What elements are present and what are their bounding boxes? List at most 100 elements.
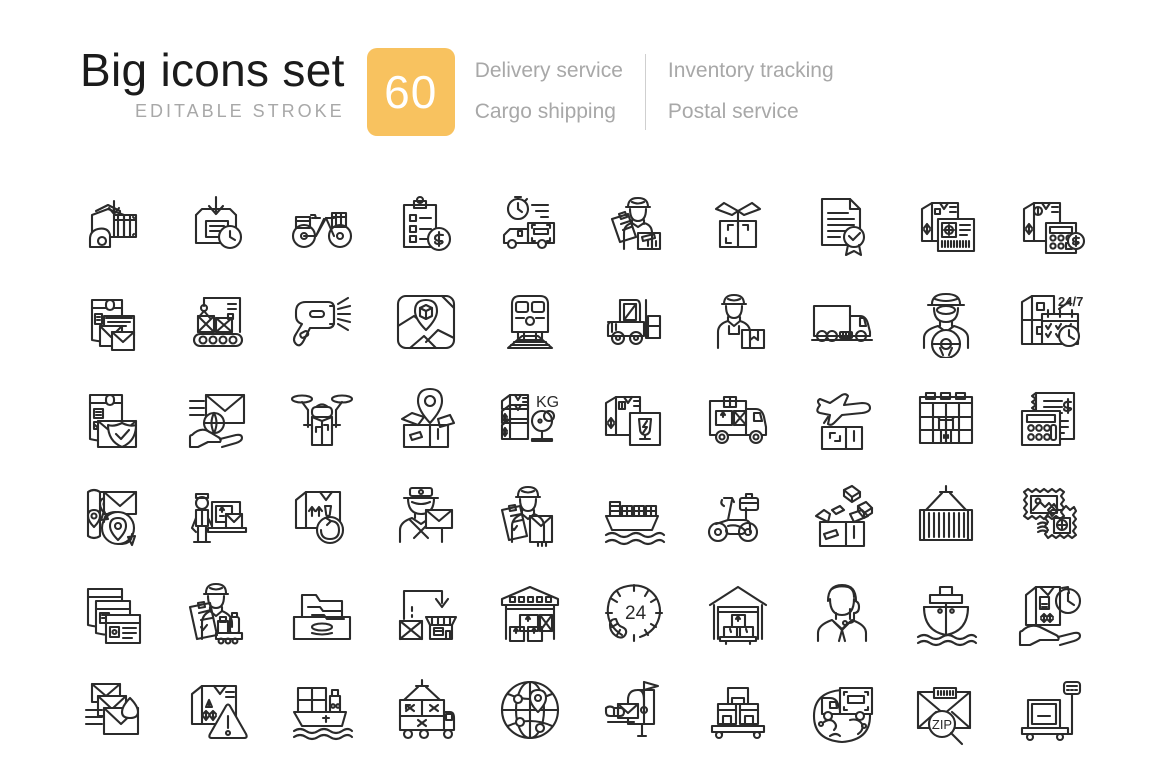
icon-cell[interactable] bbox=[478, 467, 582, 564]
category-postal-service: Postal service bbox=[667, 100, 799, 123]
icon-cell[interactable] bbox=[270, 467, 374, 564]
icon-cell[interactable] bbox=[62, 564, 166, 661]
icon-cell[interactable]: 24 bbox=[582, 564, 686, 661]
clipboard-checklist-dollar-icon bbox=[402, 195, 452, 251]
postage-stamps-icon bbox=[1022, 487, 1078, 539]
icon-cell[interactable] bbox=[582, 370, 686, 467]
icon-cell[interactable] bbox=[478, 176, 582, 273]
icon-cell[interactable] bbox=[894, 176, 998, 273]
icon-cell[interactable] bbox=[998, 564, 1102, 661]
page-subtitle: EDITABLE STROKE bbox=[134, 101, 345, 121]
icon-cell[interactable] bbox=[582, 176, 686, 273]
icon-cell[interactable] bbox=[894, 564, 998, 661]
mailbox-hand-letter-icon bbox=[604, 680, 660, 737]
icon-cell[interactable] bbox=[166, 273, 270, 370]
icon-cell[interactable] bbox=[478, 564, 582, 661]
courier-clipboard-envelope-icon bbox=[500, 485, 554, 547]
icon-cell[interactable] bbox=[374, 370, 478, 467]
mail-shield-protection-icon bbox=[88, 393, 138, 448]
mail-documents-stack-icon bbox=[86, 587, 142, 644]
icon-cell[interactable] bbox=[894, 467, 998, 564]
icon-cell[interactable] bbox=[998, 370, 1102, 467]
container-transport-truck-icon bbox=[398, 678, 456, 739]
icon-cell[interactable] bbox=[270, 661, 374, 758]
truck-driver-icon bbox=[922, 292, 970, 358]
title-block: Big icons set EDITABLE STROKE bbox=[80, 44, 367, 122]
open-empty-box-icon bbox=[714, 201, 762, 248]
icon-cell[interactable] bbox=[166, 176, 270, 273]
icon-count-value: 60 bbox=[384, 66, 438, 118]
icon-cell[interactable] bbox=[686, 661, 790, 758]
icon-cell[interactable] bbox=[894, 273, 998, 370]
icon-cell[interactable]: KG bbox=[478, 370, 582, 467]
box-arrow-down-clock-icon bbox=[194, 195, 243, 249]
icon-cell[interactable]: ZIP bbox=[894, 661, 998, 758]
storage-shelves-icon bbox=[918, 391, 974, 444]
icon-cell[interactable] bbox=[790, 661, 894, 758]
weight-scale-parcels-icon: KG bbox=[500, 393, 559, 442]
icon-cell[interactable] bbox=[166, 467, 270, 564]
icon-cell[interactable] bbox=[686, 370, 790, 467]
icon-cell[interactable] bbox=[166, 661, 270, 758]
delivery-scooter-icon bbox=[707, 492, 760, 542]
rail-freight-train-icon bbox=[506, 294, 554, 349]
icon-cell[interactable] bbox=[478, 661, 582, 758]
delivery-bicycle-icon bbox=[291, 211, 353, 248]
zip-code-search-icon: ZIP bbox=[916, 686, 972, 745]
file-drawer-archive-icon bbox=[292, 593, 352, 640]
icon-cell[interactable] bbox=[686, 564, 790, 661]
category-column-left: Delivery service Cargo shipping bbox=[475, 50, 623, 132]
icon-cell[interactable] bbox=[62, 370, 166, 467]
icon-cell[interactable] bbox=[270, 564, 374, 661]
forklift-icon bbox=[606, 298, 662, 345]
icon-cell[interactable] bbox=[62, 176, 166, 273]
icon-cell[interactable] bbox=[582, 661, 686, 758]
icon-grid: 24/7 KG 24 ZIP bbox=[62, 176, 1102, 758]
icon-cell[interactable] bbox=[62, 273, 166, 370]
icon-cell[interactable]: 24/7 bbox=[998, 273, 1102, 370]
icon-cell[interactable] bbox=[166, 370, 270, 467]
icon-cell[interactable] bbox=[894, 370, 998, 467]
icon-cell[interactable] bbox=[790, 273, 894, 370]
icon-cell[interactable] bbox=[270, 273, 374, 370]
category-cargo-shipping: Cargo shipping bbox=[474, 100, 616, 123]
mailbox-letters-icon bbox=[90, 298, 136, 351]
icon-cell[interactable] bbox=[270, 176, 374, 273]
icon-set-poster: Big icons set EDITABLE STROKE 60 Deliver… bbox=[0, 0, 1160, 772]
icon-cell[interactable] bbox=[374, 273, 478, 370]
icon-cell[interactable] bbox=[166, 564, 270, 661]
category-column-right: Inventory tracking Postal service bbox=[668, 50, 834, 132]
icon-cell[interactable] bbox=[374, 661, 478, 758]
icon-cell[interactable] bbox=[374, 564, 478, 661]
category-delivery-service: Delivery service bbox=[474, 59, 623, 82]
icon-cell[interactable] bbox=[998, 661, 1102, 758]
global-network-icon bbox=[500, 680, 560, 739]
courier-clipboard-parcel-icon bbox=[610, 196, 662, 250]
page-title: Big icons set bbox=[80, 44, 345, 96]
zip-code-label: ZIP bbox=[932, 717, 952, 732]
icon-cell[interactable] bbox=[790, 176, 894, 273]
icon-cell[interactable] bbox=[790, 467, 894, 564]
icon-cell[interactable] bbox=[374, 176, 478, 273]
icon-cell[interactable] bbox=[582, 467, 686, 564]
icon-cell[interactable] bbox=[582, 273, 686, 370]
support-operator-icon bbox=[816, 583, 868, 642]
icon-cell[interactable] bbox=[686, 467, 790, 564]
header: Big icons set EDITABLE STROKE 60 Deliver… bbox=[80, 44, 834, 136]
icon-cell[interactable] bbox=[270, 370, 374, 467]
icon-cell[interactable] bbox=[998, 176, 1102, 273]
air-freight-plane-icon bbox=[816, 392, 872, 450]
icon-cell[interactable] bbox=[790, 370, 894, 467]
icon-cell[interactable] bbox=[374, 467, 478, 564]
icon-cell[interactable] bbox=[478, 273, 582, 370]
truck-loaded-parcels-icon bbox=[708, 395, 768, 444]
icon-cell[interactable] bbox=[686, 176, 790, 273]
invoice-calculator-icon bbox=[1020, 391, 1076, 446]
distribution-center-icon bbox=[708, 585, 768, 645]
icon-cell[interactable] bbox=[62, 661, 166, 758]
icon-cell[interactable] bbox=[62, 467, 166, 564]
icon-cell[interactable] bbox=[998, 467, 1102, 564]
container-cargo-ship-icon bbox=[604, 500, 666, 545]
icon-cell[interactable] bbox=[686, 273, 790, 370]
icon-cell[interactable] bbox=[790, 564, 894, 661]
